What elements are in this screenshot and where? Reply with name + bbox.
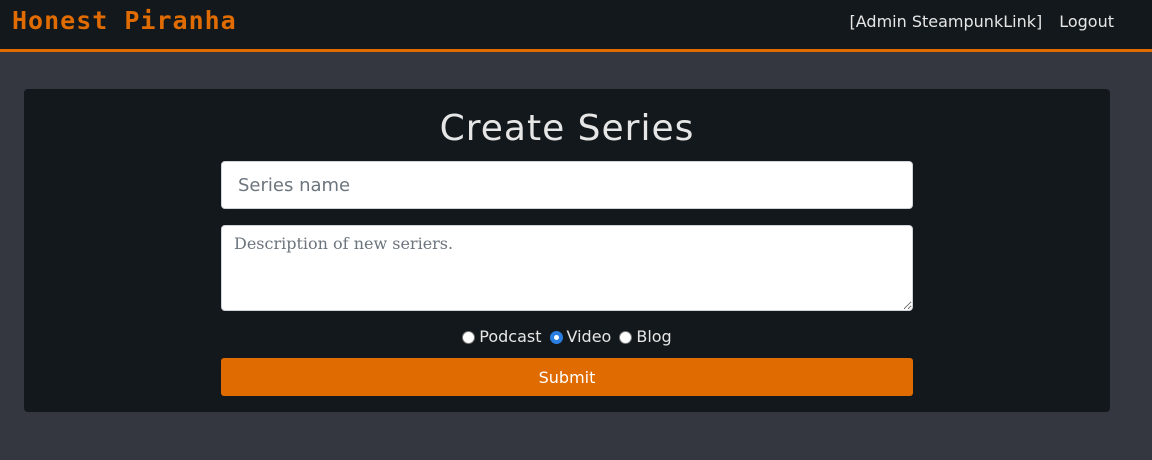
- description-textarea[interactable]: [221, 225, 913, 311]
- series-name-input[interactable]: [221, 161, 913, 209]
- logout-link[interactable]: Logout: [1059, 12, 1114, 31]
- page-title: Create Series: [439, 108, 695, 149]
- user-nav: [Admin SteampunkLink] Logout: [850, 12, 1114, 31]
- top-navbar: Honest Piranha [Admin SteampunkLink] Log…: [0, 0, 1152, 52]
- radio-label-podcast: Podcast: [479, 327, 542, 346]
- radio-option-video[interactable]: Video: [549, 327, 612, 346]
- radio-label-blog: Blog: [636, 327, 672, 346]
- radio-label-video: Video: [566, 327, 612, 346]
- brand-logo[interactable]: Honest Piranha: [12, 6, 237, 35]
- radio-option-blog[interactable]: Blog: [619, 327, 672, 346]
- series-type-radio-group: Podcast Video Blog: [0, 327, 1134, 346]
- radio-video[interactable]: [549, 331, 563, 344]
- submit-button[interactable]: Submit: [221, 358, 913, 396]
- radio-blog[interactable]: [619, 331, 633, 344]
- radio-option-podcast[interactable]: Podcast: [462, 327, 542, 346]
- admin-user-link[interactable]: [Admin SteampunkLink]: [850, 12, 1043, 31]
- radio-podcast[interactable]: [462, 331, 476, 344]
